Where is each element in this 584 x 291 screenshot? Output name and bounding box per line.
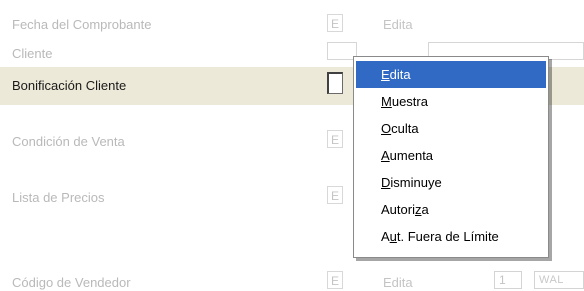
mode-code-bonificacion[interactable] [327,72,343,94]
menu-item-muestra[interactable]: Muestra [354,88,548,115]
mode-code-lista[interactable]: E [327,186,343,204]
vendedor-code-field[interactable]: WAL [534,271,584,289]
menu-item-aumenta[interactable]: Aumenta [354,142,548,169]
vendedor-number-field[interactable]: 1 [494,271,522,289]
label-condicion-venta: Condición de Venta [12,134,125,149]
label-bonificacion-cliente: Bonificación Cliente [12,78,127,93]
menu-item-autoriza[interactable]: Autoriza [354,196,548,223]
context-menu: Edita Muestra Oculta Aumenta Disminuye A… [353,56,549,258]
menu-item-oculta[interactable]: Oculta [354,115,548,142]
mode-code-condicion[interactable]: E [327,130,343,148]
mode-text-vendedor: Edita [383,275,413,290]
mode-text-fecha: Edita [383,17,413,32]
mode-code-vendedor[interactable]: E [327,271,343,289]
label-cliente: Cliente [12,46,53,61]
menu-item-disminuye[interactable]: Disminuye [354,169,548,196]
label-fecha-comprobante: Fecha del Comprobante [12,17,152,32]
label-lista-precios: Lista de Precios [12,190,105,205]
label-codigo-vendedor: Código de Vendedor [12,275,131,290]
mode-code-fecha[interactable]: E [327,14,343,32]
menu-item-aut-fuera-limite[interactable]: Aut. Fuera de Límite [354,223,548,250]
menu-item-edita[interactable]: Edita [356,61,546,88]
